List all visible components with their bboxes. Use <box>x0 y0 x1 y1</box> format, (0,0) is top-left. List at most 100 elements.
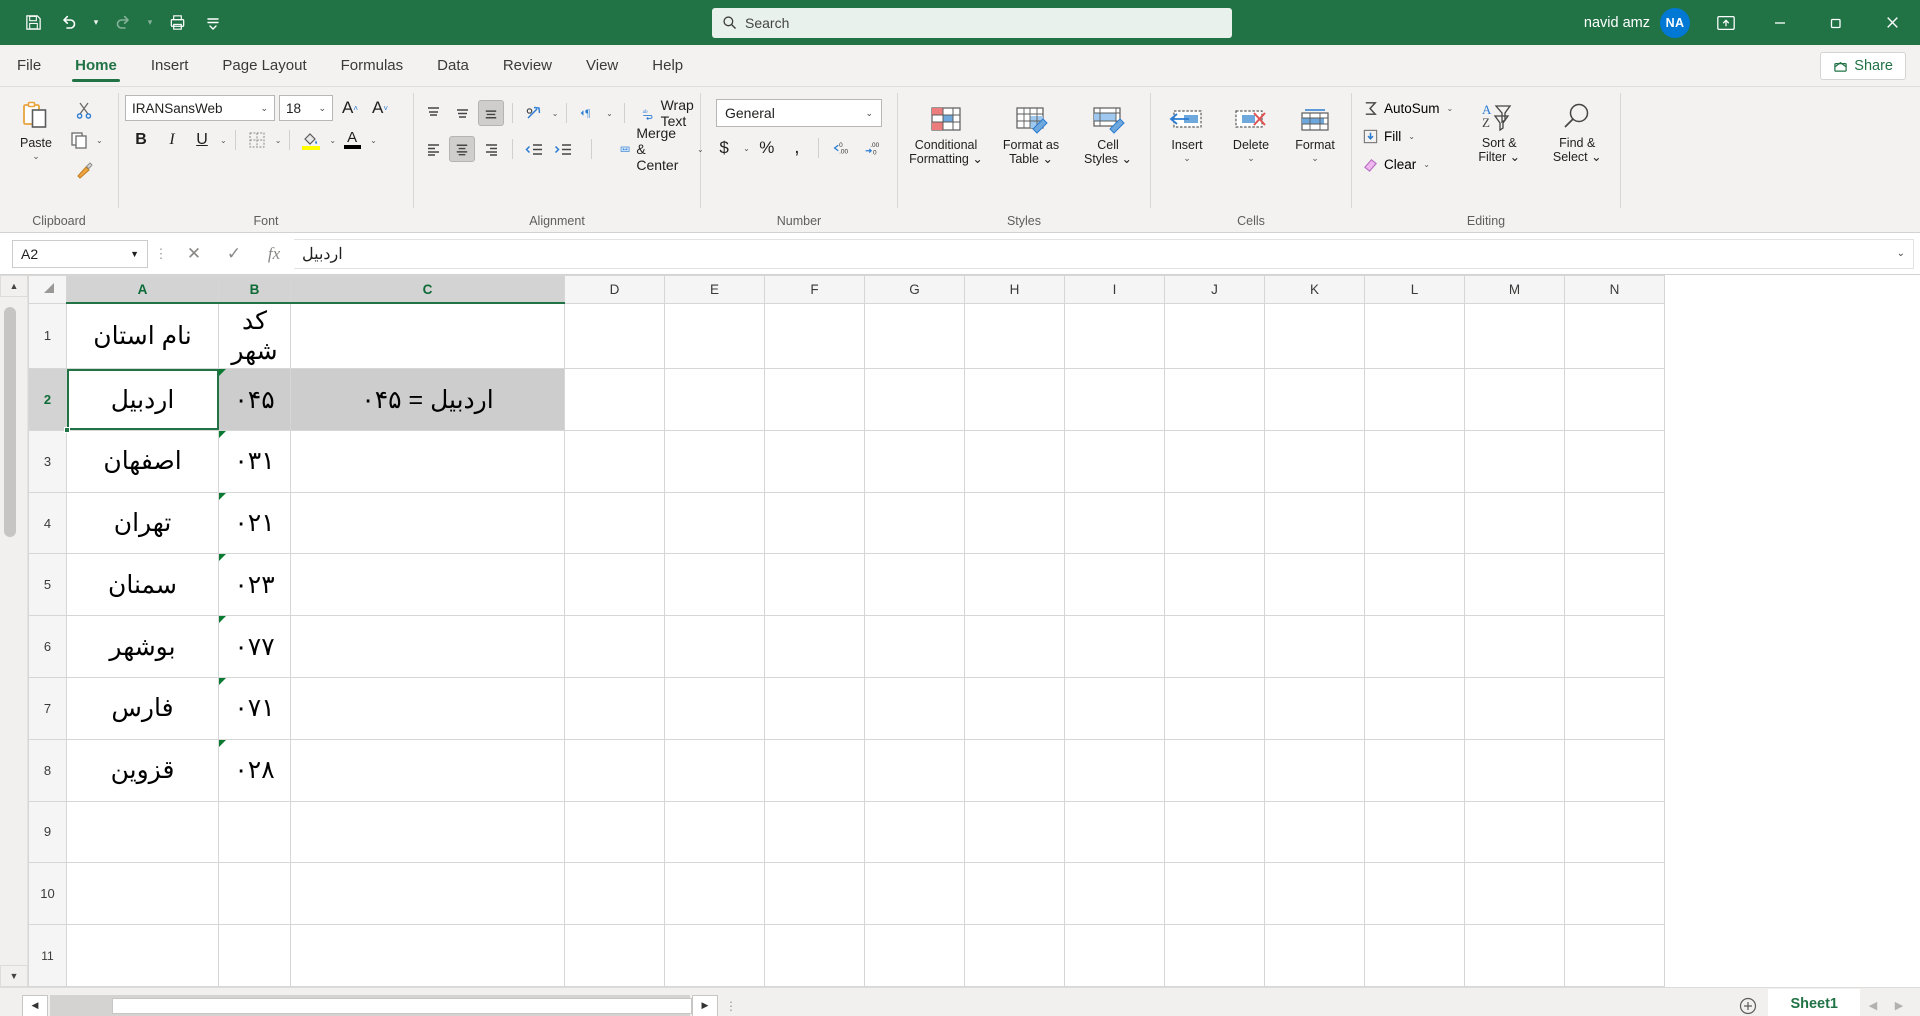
cell-J9[interactable] <box>1165 801 1265 863</box>
cell-A4[interactable]: تهران <box>67 492 219 554</box>
scroll-up-icon[interactable]: ▲ <box>0 275 28 297</box>
confirm-edit-icon[interactable]: ✓ <box>214 239 254 269</box>
cell-L5[interactable] <box>1365 554 1465 616</box>
autosum-button[interactable]: AutoSum ⌄ <box>1358 95 1457 121</box>
cell-H7[interactable] <box>965 678 1065 740</box>
row-header-9[interactable]: 9 <box>29 801 67 863</box>
sheet-tab-sheet1[interactable]: Sheet1 <box>1768 989 1860 1016</box>
tab-formulas[interactable]: Formulas <box>324 45 421 86</box>
cell-A3[interactable]: اصفهان <box>67 430 219 492</box>
share-button[interactable]: Share <box>1820 52 1906 80</box>
cell-M11[interactable] <box>1465 925 1565 987</box>
cell-N6[interactable] <box>1565 616 1665 678</box>
cell-C7[interactable] <box>291 678 565 740</box>
cell-H2[interactable] <box>965 369 1065 431</box>
cell-C4[interactable] <box>291 492 565 554</box>
horizontal-scroll-track[interactable] <box>50 995 690 1016</box>
cell-F2[interactable] <box>765 369 865 431</box>
cell-G7[interactable] <box>865 678 965 740</box>
cell-G3[interactable] <box>865 430 965 492</box>
cell-L11[interactable] <box>1365 925 1465 987</box>
cell-N10[interactable] <box>1565 863 1665 925</box>
cell-K9[interactable] <box>1265 801 1365 863</box>
cell-G10[interactable] <box>865 863 965 925</box>
font-name-input[interactable]: IRANSansWeb ⌄ <box>125 95 275 121</box>
cell-K8[interactable] <box>1265 739 1365 801</box>
cell-C1[interactable] <box>291 303 565 369</box>
sort-filter-dropdown-icon[interactable]: ⌄ <box>1510 150 1520 164</box>
cell-L1[interactable] <box>1365 303 1465 369</box>
tab-file[interactable]: File <box>0 45 58 86</box>
font-size-dropdown-icon[interactable]: ⌄ <box>318 103 326 114</box>
cell-J4[interactable] <box>1165 492 1265 554</box>
vertical-scroll-track[interactable] <box>0 297 28 965</box>
cell-B2[interactable]: ۰۴۵ <box>219 369 291 431</box>
cell-G4[interactable] <box>865 492 965 554</box>
fill-button[interactable]: Fill ⌄ <box>1358 123 1457 149</box>
cell-B11[interactable] <box>219 925 291 987</box>
name-box[interactable]: A2 ▼ <box>12 240 148 268</box>
column-header-F[interactable]: F <box>765 276 865 304</box>
copy-dropdown-icon[interactable]: ⌄ <box>96 136 103 145</box>
cell-J1[interactable] <box>1165 303 1265 369</box>
cell-E1[interactable] <box>665 303 765 369</box>
cell-J7[interactable] <box>1165 678 1265 740</box>
clear-dropdown-icon[interactable]: ⌄ <box>1423 160 1430 169</box>
cell-L2[interactable] <box>1365 369 1465 431</box>
cell-I2[interactable] <box>1065 369 1165 431</box>
font-color-dropdown-icon[interactable]: ⌄ <box>370 136 377 145</box>
close-button[interactable] <box>1864 0 1920 45</box>
cell-K1[interactable] <box>1265 303 1365 369</box>
sort-filter-button[interactable]: AZ Sort &Filter ⌄ <box>1463 95 1535 169</box>
cell-E5[interactable] <box>665 554 765 616</box>
cell-J3[interactable] <box>1165 430 1265 492</box>
format-as-table-button[interactable]: Format asTable ⌄ <box>992 97 1070 171</box>
cell-N3[interactable] <box>1565 430 1665 492</box>
minimize-button[interactable] <box>1752 0 1808 45</box>
cell-I10[interactable] <box>1065 863 1165 925</box>
cell-B7[interactable]: ۰۷۱ <box>219 678 291 740</box>
cell-M3[interactable] <box>1465 430 1565 492</box>
find-select-button[interactable]: Find &Select ⌄ <box>1541 95 1613 169</box>
cell-J10[interactable] <box>1165 863 1265 925</box>
cell-E7[interactable] <box>665 678 765 740</box>
cell-A1[interactable]: نام استان <box>67 303 219 369</box>
cell-B9[interactable] <box>219 801 291 863</box>
previous-sheet-icon[interactable]: ◀ <box>1860 991 1886 1016</box>
cell-C3[interactable] <box>291 430 565 492</box>
formula-bar-handle[interactable]: ⋮ <box>148 246 174 262</box>
text-direction-dropdown-icon[interactable]: ⌄ <box>606 109 613 118</box>
tab-data[interactable]: Data <box>420 45 486 86</box>
number-format-select[interactable]: General ⌄ <box>716 99 882 127</box>
cell-I7[interactable] <box>1065 678 1165 740</box>
customize-qat-icon[interactable] <box>196 7 230 39</box>
cell-N11[interactable] <box>1565 925 1665 987</box>
cell-L9[interactable] <box>1365 801 1465 863</box>
clear-button[interactable]: Clear ⌄ <box>1358 151 1457 177</box>
row-header-2[interactable]: 2 <box>29 369 67 431</box>
cell-H3[interactable] <box>965 430 1065 492</box>
middle-align-button[interactable] <box>449 100 475 126</box>
cancel-edit-icon[interactable]: ✕ <box>174 239 214 269</box>
cell-A5[interactable]: سمنان <box>67 554 219 616</box>
comma-style-button[interactable]: , <box>784 135 810 161</box>
top-align-button[interactable] <box>420 100 446 126</box>
cell-I5[interactable] <box>1065 554 1165 616</box>
borders-button[interactable] <box>244 127 270 153</box>
cell-M4[interactable] <box>1465 492 1565 554</box>
cell-H6[interactable] <box>965 616 1065 678</box>
column-header-K[interactable]: K <box>1265 276 1365 304</box>
column-header-B[interactable]: B <box>219 276 291 304</box>
cell-D3[interactable] <box>565 430 665 492</box>
tab-insert[interactable]: Insert <box>134 45 206 86</box>
cell-F5[interactable] <box>765 554 865 616</box>
cell-C2[interactable]: اردبیل = ۰۴۵ <box>291 369 565 431</box>
vertical-scroll-thumb[interactable] <box>4 307 16 537</box>
delete-cells-dropdown-icon[interactable]: ⌄ <box>1247 153 1255 164</box>
scroll-right-icon[interactable]: ▶ <box>692 995 718 1016</box>
cell-G9[interactable] <box>865 801 965 863</box>
scrollbar-resize-handle[interactable]: ⋮ <box>718 999 744 1013</box>
cell-N2[interactable] <box>1565 369 1665 431</box>
fill-dropdown-icon[interactable]: ⌄ <box>1408 132 1415 141</box>
cell-H8[interactable] <box>965 739 1065 801</box>
